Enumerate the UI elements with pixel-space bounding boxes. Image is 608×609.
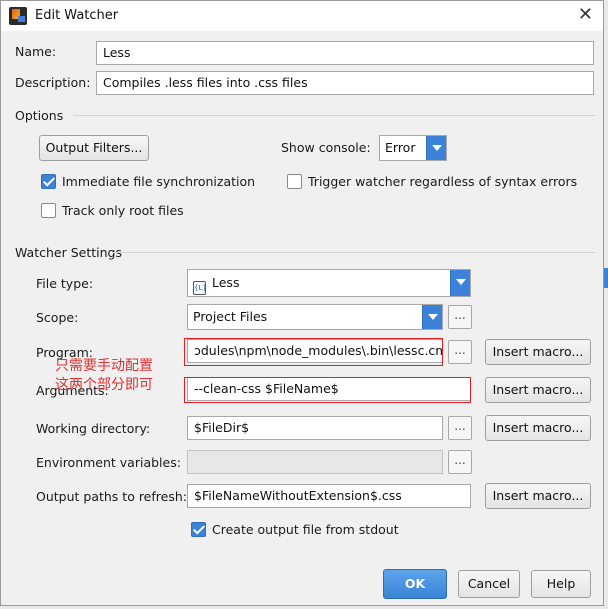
edit-watcher-dialog: Edit Watcher ✕ Name: Less Description: C…	[0, 0, 604, 606]
file-type-value: Less	[212, 275, 240, 290]
output-paths-input[interactable]: $FileNameWithoutExtension$.css	[187, 484, 471, 508]
title-bar: Edit Watcher ✕	[1, 1, 603, 31]
environment-variables-label: Environment variables:	[36, 455, 181, 470]
description-label: Description:	[15, 75, 91, 90]
window-title: Edit Watcher	[35, 8, 119, 23]
scope-label: Scope:	[36, 310, 79, 325]
scope-select[interactable]: Project Files	[187, 304, 443, 330]
chevron-down-icon[interactable]	[426, 136, 446, 160]
environment-variables-input[interactable]	[187, 450, 443, 474]
program-highlight-box	[184, 338, 443, 366]
phpstorm-app-icon	[9, 7, 27, 25]
file-type-label: File type:	[36, 276, 94, 291]
less-file-icon: {L}	[193, 281, 207, 295]
working-directory-label: Working directory:	[36, 421, 151, 436]
options-section-title: Options	[15, 108, 64, 123]
chevron-down-icon[interactable]	[422, 305, 442, 329]
create-output-checkbox[interactable]	[191, 522, 206, 537]
close-icon[interactable]: ✕	[578, 5, 593, 25]
scope-browse-button[interactable]: ...	[448, 305, 472, 329]
file-type-select[interactable]: {L} Less	[187, 269, 471, 297]
environment-variables-browse-button[interactable]: ...	[448, 450, 472, 474]
trigger-watcher-checkbox[interactable]	[287, 174, 302, 189]
watcher-settings-separator	[113, 252, 595, 253]
show-console-value: Error	[385, 140, 416, 155]
name-input[interactable]: Less	[96, 41, 594, 65]
arguments-highlight-box	[184, 377, 471, 403]
create-output-label: Create output file from stdout	[212, 522, 399, 537]
immediate-sync-checkbox[interactable]	[41, 174, 56, 189]
cancel-button[interactable]: Cancel	[458, 570, 520, 598]
immediate-sync-label: Immediate file synchronization	[62, 174, 256, 189]
annotation-line-1: 只需要手动配置	[55, 358, 153, 374]
background-window-edge	[604, 268, 608, 288]
trigger-watcher-label: Trigger watcher regardless of syntax err…	[308, 174, 578, 189]
working-directory-insert-macro-button[interactable]: Insert macro...	[485, 415, 591, 441]
annotation-line-2: 这两个部分即可	[55, 377, 153, 393]
name-label: Name:	[15, 44, 57, 59]
track-root-label: Track only root files	[62, 203, 184, 218]
arguments-insert-macro-button[interactable]: Insert macro...	[485, 377, 591, 403]
output-filters-button[interactable]: Output Filters...	[39, 135, 149, 161]
show-console-select[interactable]: Error	[379, 135, 447, 161]
chevron-down-icon[interactable]	[450, 270, 470, 296]
watcher-settings-section-title: Watcher Settings	[15, 245, 122, 260]
options-separator	[73, 115, 595, 116]
output-paths-label: Output paths to refresh:	[36, 489, 187, 504]
scope-value: Project Files	[193, 309, 268, 324]
description-input[interactable]: Compiles .less files into .css files	[96, 71, 594, 95]
ok-button[interactable]: OK	[383, 569, 447, 599]
track-root-checkbox[interactable]	[41, 203, 56, 218]
working-directory-browse-button[interactable]: ...	[448, 416, 472, 440]
help-button[interactable]: Help	[531, 570, 591, 598]
program-browse-button[interactable]: ...	[448, 340, 472, 364]
working-directory-input[interactable]: $FileDir$	[187, 416, 443, 440]
show-console-label: Show console:	[281, 140, 371, 155]
output-paths-insert-macro-button[interactable]: Insert macro...	[485, 483, 591, 509]
program-insert-macro-button[interactable]: Insert macro...	[485, 339, 591, 365]
